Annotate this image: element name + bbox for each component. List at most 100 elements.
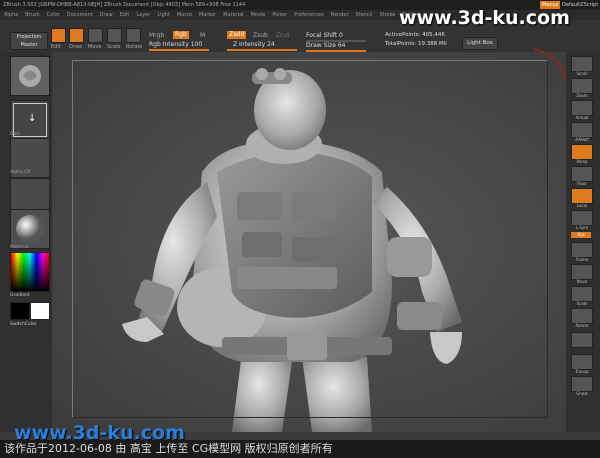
draw-label: Draw [69, 44, 83, 50]
m-button[interactable]: M [200, 32, 205, 39]
menu-alpha[interactable]: Alpha [4, 12, 18, 18]
draw-button[interactable] [69, 28, 84, 43]
mrgb-button[interactable]: Mrgb [149, 32, 164, 39]
transp-button[interactable] [571, 354, 593, 370]
active-points-value: 405,446 [422, 32, 445, 38]
projection-master-button[interactable]: Projection Master [10, 32, 48, 50]
menu-document[interactable]: Document [67, 12, 93, 18]
rotate-button[interactable] [126, 28, 141, 43]
zadd-button[interactable]: Zadd [227, 31, 247, 39]
rgb-intensity-slider[interactable]: Rgb Intensity 100 [149, 41, 202, 48]
scroll-caption: Scroll [576, 71, 588, 76]
persp-caption: Persp [576, 159, 588, 164]
move-caption: Move [576, 279, 588, 284]
menu-color[interactable]: Color [47, 12, 60, 18]
rotate-caption: Rotate [575, 323, 589, 328]
zcut-button[interactable]: Zcut [276, 32, 290, 39]
move-label: Move [88, 44, 102, 50]
active-points: ActivePoints: 405,446 [385, 32, 445, 38]
menu-stencil[interactable]: Stencil [356, 12, 373, 18]
rotate-view-button[interactable] [571, 308, 593, 324]
aahalf-caption: AAHalf [575, 137, 589, 142]
ghost-button[interactable] [571, 376, 593, 392]
draw-size-value: 64 [337, 42, 346, 49]
stroke-caption: Dots [10, 132, 21, 137]
menu-marker[interactable]: Marker [199, 12, 216, 18]
rgb-intensity-bar [149, 49, 209, 51]
polyframe-button[interactable] [571, 332, 593, 348]
lsym-caption: L.Sym [575, 225, 589, 230]
menu-layer[interactable]: Layer [136, 12, 150, 18]
move-button[interactable] [88, 28, 103, 43]
local-caption: Local [576, 203, 588, 208]
frame-button[interactable] [571, 242, 593, 258]
focal-shift-value: 0 [339, 32, 343, 39]
floor-caption: Floor [577, 181, 587, 186]
lsym-button[interactable] [571, 210, 593, 226]
aahalf-button[interactable] [571, 122, 593, 138]
menu-macro[interactable]: Macro [177, 12, 192, 18]
scale-view-button[interactable] [571, 286, 593, 302]
edit-label: Edit [51, 44, 61, 50]
rgb-intensity-label: Rgb Intensity [149, 41, 189, 48]
zoom-caption: Zoom [576, 93, 588, 98]
z-intensity-value: 24 [267, 41, 275, 48]
focal-shift-slider[interactable]: Focal Shift 0 [306, 32, 343, 39]
actual-button[interactable] [571, 100, 593, 116]
local-button[interactable] [571, 188, 593, 204]
material-sphere-icon [16, 215, 44, 243]
primary-color-swatch[interactable] [30, 302, 50, 320]
persp-button[interactable] [571, 144, 593, 160]
edit-button[interactable] [51, 28, 66, 43]
arrow-down-icon: ↓ [28, 113, 37, 124]
brush-icon [19, 65, 41, 87]
draw-size-label: Draw Size [306, 42, 336, 49]
switch-color-caption[interactable]: SwitchColor [10, 322, 37, 327]
transp-caption: Transp [575, 369, 589, 374]
material-caption: Material [10, 245, 29, 250]
footer-credit: 该作品于2012-06-08 由 高宝 上传至 CG模型网 版权归原创者所有 [0, 440, 600, 458]
secondary-color-swatch[interactable] [10, 302, 30, 320]
frame-caption: Frame [575, 257, 589, 262]
alpha-caption: Alpha Off [10, 170, 31, 175]
floor-button[interactable] [571, 166, 593, 182]
gradient-caption: Gradient [10, 293, 30, 298]
menu-movie[interactable]: Movie [251, 12, 266, 18]
brush-thumbnail[interactable] [10, 56, 50, 96]
menu-brush[interactable]: Brush [25, 12, 39, 18]
menu-edit[interactable]: Edit [120, 12, 130, 18]
menu-material[interactable]: Material [223, 12, 243, 18]
menu-preferences[interactable]: Preferences [294, 12, 323, 18]
total-points-value: 19.388 Mil [417, 41, 447, 47]
z-intensity-label: Z Intensity [233, 41, 266, 48]
title-text: ZBrush 3.502 [GBPW-DHBB-A813-NEJH] ZBrus… [3, 2, 246, 8]
document-frame [72, 60, 548, 418]
menu-draw[interactable]: Draw [100, 12, 113, 18]
draw-size-slider[interactable]: Draw Size 64 [306, 42, 345, 49]
scale-button[interactable] [107, 28, 122, 43]
zsub-button[interactable]: Zsub [253, 32, 268, 39]
actual-caption: Actual [575, 115, 589, 120]
color-picker[interactable] [10, 252, 50, 292]
ghost-caption: Ghost [576, 391, 588, 396]
menu-light[interactable]: Light [157, 12, 169, 18]
total-points-label: TotalPoints: [385, 41, 417, 47]
menu-stroke[interactable]: Stroke [379, 12, 395, 18]
z-intensity-bar [227, 49, 297, 51]
move-view-button[interactable] [571, 264, 593, 280]
scroll-button[interactable] [571, 56, 593, 72]
zoom-button[interactable] [571, 78, 593, 94]
active-points-label: ActivePoints: [385, 32, 421, 38]
focal-shift-label: Focal Shift [306, 32, 338, 39]
rotate-label: Rotate [126, 44, 143, 50]
menu-picker[interactable]: Picker [272, 12, 287, 18]
rgb-button[interactable]: Rgb [173, 31, 189, 39]
light-box-button[interactable]: Light Box [462, 37, 498, 50]
watermark-top: www.3d-ku.com [399, 7, 570, 29]
menu-render[interactable]: Render [331, 12, 349, 18]
rgb-intensity-value: 100 [190, 41, 203, 48]
scale-caption: Scale [576, 301, 588, 306]
xyz-button[interactable]: Xyz [571, 232, 591, 238]
material-thumbnail[interactable] [10, 209, 50, 249]
z-intensity-slider[interactable]: Z Intensity 24 [233, 41, 275, 48]
